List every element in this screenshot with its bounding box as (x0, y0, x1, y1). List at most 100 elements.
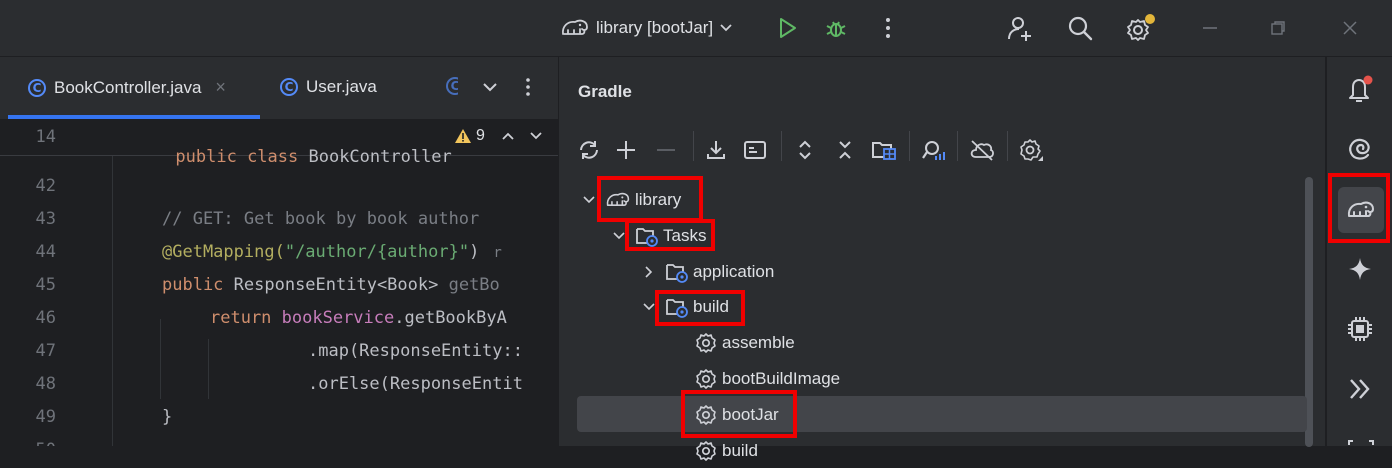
reload-button[interactable] (577, 135, 601, 165)
chevron-down-icon[interactable] (581, 192, 605, 208)
gear-icon (695, 440, 717, 462)
tree-node-application[interactable]: application (641, 255, 774, 289)
task-folder-icon (665, 296, 689, 318)
ide-settings-button[interactable] (1122, 10, 1158, 46)
collapse-all-button[interactable] (835, 135, 855, 165)
remove-icon (655, 139, 677, 161)
analyze-dependencies-button[interactable] (921, 135, 945, 165)
download-sources-button[interactable] (705, 135, 727, 165)
tree-node-label: Tasks (663, 226, 707, 245)
code-line[interactable]: 45 public ResponseEntity<Book> getBo (0, 270, 558, 302)
debug-icon (824, 16, 848, 40)
ai-chat-button[interactable] (1338, 247, 1382, 291)
unlink-project-button[interactable] (655, 135, 677, 165)
code-keyword: public (162, 275, 234, 295)
code-line[interactable]: 48 .orElse(ResponseEntit (0, 369, 558, 401)
code-line[interactable]: 43 // GET: Get book by book author (0, 204, 558, 236)
line-number: 48 (35, 374, 56, 394)
tree-node-label: build (722, 441, 758, 460)
chevron-down-icon[interactable] (641, 299, 665, 315)
toolbar-separator (1007, 131, 1008, 161)
tree-node-bootjar[interactable]: bootJar (695, 398, 779, 432)
toolbar-separator (957, 131, 958, 161)
gradle-tool-button[interactable] (1338, 187, 1384, 233)
tree-node-build[interactable]: build (695, 434, 758, 468)
tree-node-label: assemble (722, 333, 795, 352)
code-text: ) (469, 242, 480, 262)
title-bar: library [bootJar] (0, 0, 1392, 57)
close-tab-icon[interactable]: × (215, 77, 226, 98)
warning-icon (454, 128, 472, 144)
sparkle-icon (1347, 256, 1373, 282)
code-text: .map(ResponseEntity:: (308, 341, 523, 361)
execute-task-icon (743, 139, 767, 161)
run-button[interactable] (774, 14, 802, 42)
notifications-button[interactable] (1338, 67, 1382, 111)
code-line[interactable]: 50 (0, 435, 558, 446)
toolbar-separator (909, 131, 910, 161)
notifications-icon (1345, 74, 1375, 104)
restore-window-button[interactable] (1264, 14, 1292, 42)
ai-assistant-button[interactable] (1338, 127, 1382, 171)
next-highlight-icon[interactable] (529, 131, 543, 141)
java-class-icon[interactable]: C (446, 77, 458, 95)
offline-mode-icon (969, 139, 995, 161)
tree-node-bootbuildimage[interactable]: bootBuildImage (695, 362, 840, 396)
code-editor[interactable]: 14 public class BookController 9 41 } 42… (0, 119, 558, 446)
toolbar-separator (693, 131, 694, 161)
code-keyword: return (210, 308, 282, 328)
analyze-icon (921, 139, 945, 161)
tree-node-assemble[interactable]: assemble (695, 326, 795, 360)
code-text: .getBookByA (394, 308, 507, 328)
tab-list-button[interactable] (478, 75, 502, 99)
more-actions-button[interactable] (876, 14, 900, 42)
chevron-down-icon[interactable] (611, 228, 635, 244)
debug-button[interactable] (822, 14, 850, 42)
right-tool-strip (1326, 57, 1392, 446)
run-configuration-selector[interactable]: library [bootJar] (560, 12, 733, 44)
code-with-me-button[interactable] (1004, 12, 1036, 44)
selected-row-highlight (577, 396, 1307, 432)
chevron-right-icon[interactable] (641, 264, 665, 280)
minimize-window-button[interactable] (1196, 14, 1224, 42)
warning-count: 9 (476, 127, 485, 144)
link-project-button[interactable] (615, 135, 637, 165)
search-everywhere-button[interactable] (1064, 12, 1096, 44)
tab-bookcontroller[interactable]: C BookController.java × (28, 77, 226, 98)
ai-assistant-icon (1346, 135, 1374, 163)
gradle-settings-icon (1019, 138, 1045, 162)
tree-node-tasks[interactable]: Tasks (611, 219, 706, 253)
sticky-line[interactable]: 14 public class BookController 9 (0, 119, 558, 167)
execute-task-button[interactable] (743, 135, 767, 165)
tree-node-build-group[interactable]: build (641, 290, 729, 324)
java-class-icon: C (28, 78, 46, 97)
device-manager-button[interactable] (1338, 307, 1382, 351)
line-number: 43 (35, 209, 56, 229)
code-line[interactable]: 47 .map(ResponseEntity:: (0, 336, 558, 368)
tree-node-library[interactable]: library (581, 183, 681, 217)
code-class-name: BookController (298, 147, 452, 167)
toggle-offline-mode-button[interactable] (969, 135, 995, 165)
group-modules-button[interactable] (871, 135, 897, 165)
code-line[interactable]: 49 } (0, 402, 558, 434)
gradle-elephant-icon (560, 16, 590, 40)
tab-user[interactable]: C User.java (280, 77, 377, 97)
code-line[interactable]: 44 @GetMapping("/author/{author}") r (0, 237, 558, 269)
gear-icon (695, 404, 717, 426)
tree-node-label: library (635, 190, 682, 209)
code-comment: // GET: Get book by book author (162, 209, 480, 229)
inspection-widget[interactable]: 9 (450, 127, 558, 145)
expand-all-button[interactable] (795, 135, 815, 165)
tab-options-button[interactable] (518, 75, 538, 99)
more-vertical-icon (525, 77, 531, 97)
build-tool-settings-button[interactable] (1019, 135, 1045, 165)
close-window-button[interactable] (1336, 14, 1364, 42)
line-number: 49 (35, 407, 56, 427)
tab-label: BookController.java (54, 77, 202, 97)
collapse-all-icon (835, 139, 855, 161)
more-tools-button[interactable] (1338, 367, 1382, 411)
toolbar-separator (781, 131, 782, 161)
previous-highlight-icon[interactable] (501, 131, 515, 141)
code-line[interactable]: 46 return bookService.getBookByA (0, 303, 558, 335)
group-modules-icon (871, 139, 897, 161)
